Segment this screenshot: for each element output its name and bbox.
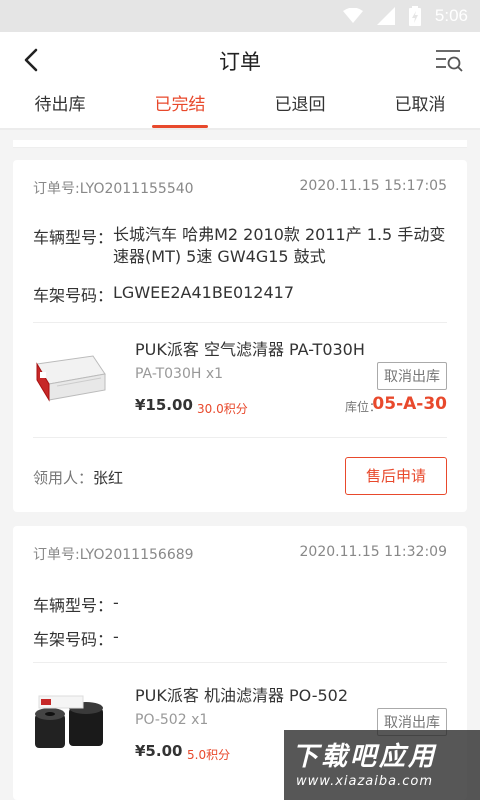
divider [33, 322, 447, 323]
product-points: 30.0积分 [197, 402, 248, 416]
header-divider [0, 128, 480, 130]
order-number: 订单号:LYO2011155540 [33, 181, 194, 197]
vehicle-label: 车辆型号： [33, 228, 114, 247]
after-sale-button[interactable]: 售后申请 [345, 457, 447, 495]
watermark-logo-text: 下载吧应用 [292, 742, 438, 772]
tab-cancelled[interactable]: 已取消 [360, 90, 480, 128]
vin-label: 车架号码： [33, 630, 114, 649]
air-filter-product-image [36, 355, 106, 402]
order-header: 订单号:LYO2011155540 2020.11.15 15:17:05 [33, 178, 447, 198]
watermark-url: www.xiazaiba.com [296, 774, 433, 789]
app-header: 订单 待出库 已完结 已退回 已取消 [0, 32, 480, 128]
previous-card-stub [13, 140, 467, 148]
order-tabs: 待出库 已完结 已退回 已取消 [0, 90, 480, 128]
receiver-name: 张红 [93, 469, 124, 487]
vin-value: - [113, 627, 119, 646]
wifi-icon [342, 8, 363, 23]
receiver-label: 领用人： [33, 469, 94, 487]
order-header: 订单号:LYO2011156689 2020.11.15 11:32:09 [33, 544, 447, 564]
vin-row: 车架号码： - [33, 626, 447, 650]
product-code: PA-T030H x1 [135, 366, 224, 382]
order-datetime: 2020.11.15 15:17:05 [299, 178, 448, 194]
product-name: PUK派客 机油滤清器 PO-502 [135, 686, 349, 705]
product-item[interactable]: PUK派客 空气滤清器 PA-T030H PA-T030H x1 取消出库 ¥1… [13, 330, 467, 430]
signal-icon [376, 7, 395, 25]
watermark: 下载吧应用 www.xiazaiba.com [284, 730, 480, 800]
divider [33, 662, 447, 663]
order-number: 订单号:LYO2011156689 [33, 547, 194, 563]
page-title: 订单 [219, 50, 261, 74]
receiver: 领用人：张红 [33, 467, 123, 488]
status-icons: 5:06 [342, 6, 468, 26]
product-price: ¥15.00 [135, 396, 193, 414]
vin-label: 车架号码： [33, 286, 114, 305]
vehicle-row: 车辆型号： 长城汽车 哈弗M2 2010款 2011产 1.5 手动变速器(MT… [33, 224, 447, 268]
vehicle-value: 长城汽车 哈弗M2 2010款 2011产 1.5 手动变速器(MT) 5速 G… [113, 225, 446, 266]
order-card[interactable]: 订单号:LYO2011155540 2020.11.15 15:17:05 车辆… [13, 160, 467, 512]
tab-returned[interactable]: 已退回 [240, 90, 360, 128]
product-points: 5.0积分 [187, 748, 231, 762]
vehicle-label: 车辆型号： [33, 596, 114, 615]
cancel-outbound-button[interactable]: 取消出库 [377, 362, 447, 390]
product-name: PUK派客 空气滤清器 PA-T030H [135, 340, 365, 359]
vehicle-row: 车辆型号： - [33, 592, 447, 616]
location-value: 05-A-30 [372, 394, 447, 414]
tab-pending-outbound[interactable]: 待出库 [0, 90, 120, 128]
tab-completed[interactable]: 已完结 [120, 90, 240, 128]
list-search-icon[interactable] [434, 46, 464, 74]
oil-filter-product-image [35, 695, 103, 748]
vin-row: 车架号码： LGWEE2A41BE012417 [33, 282, 447, 306]
vin-value: LGWEE2A41BE012417 [113, 283, 295, 302]
order-datetime: 2020.11.15 11:32:09 [299, 544, 448, 560]
product-price: ¥5.00 [135, 742, 183, 760]
status-bar: 5:06 [0, 0, 480, 32]
divider [33, 437, 447, 438]
product-code: PO-502 x1 [135, 712, 209, 728]
status-time: 5:06 [434, 6, 468, 25]
vehicle-value: - [113, 593, 119, 612]
battery-icon [408, 6, 421, 26]
